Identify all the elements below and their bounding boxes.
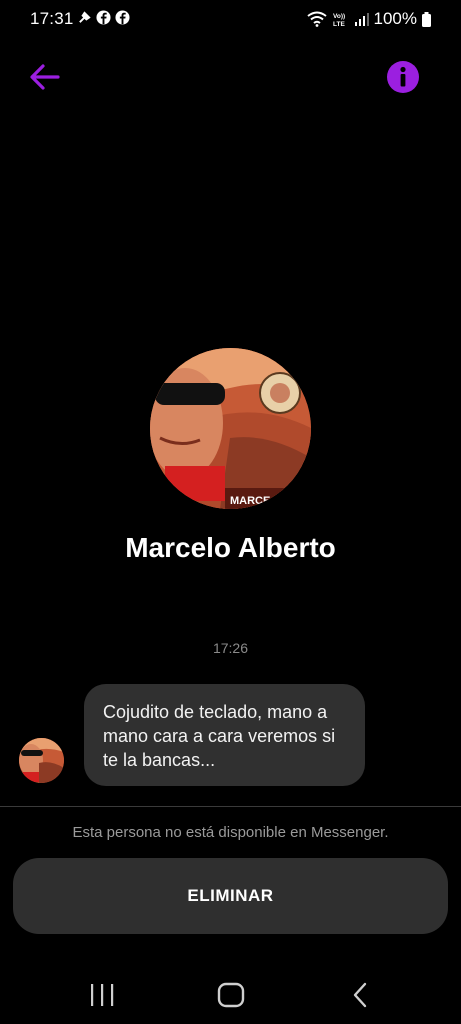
arrow-left-icon bbox=[30, 64, 60, 90]
info-icon bbox=[387, 61, 419, 93]
svg-text:Vo)): Vo)) bbox=[333, 13, 345, 20]
recent-apps-button[interactable] bbox=[82, 970, 122, 1010]
svg-text:MARCE: MARCE bbox=[230, 495, 270, 507]
info-button[interactable] bbox=[386, 60, 420, 94]
notification-icons bbox=[77, 10, 130, 25]
system-navigation-bar bbox=[0, 960, 461, 1024]
signal-icon bbox=[354, 13, 369, 26]
status-bar: 17:31 Vo)) LTE 100% bbox=[0, 0, 461, 38]
svg-text:LTE: LTE bbox=[333, 21, 345, 27]
status-time: 17:31 bbox=[30, 9, 74, 28]
unavailable-notice: Esta persona no está disponible en Messe… bbox=[72, 824, 389, 841]
battery-percent: 100% bbox=[373, 9, 417, 28]
profile-avatar[interactable]: MARCE bbox=[150, 348, 311, 509]
home-icon bbox=[217, 982, 245, 1008]
message-timestamp: 17:26 bbox=[212, 640, 249, 656]
system-back-button[interactable] bbox=[340, 970, 380, 1010]
divider bbox=[0, 806, 461, 807]
facebook-icon bbox=[115, 10, 130, 25]
contact-name: Marcelo Alberto bbox=[125, 532, 336, 563]
avatar-image bbox=[19, 738, 64, 783]
delete-button[interactable]: ELIMINAR bbox=[13, 858, 448, 934]
system-status: Vo)) LTE 100% bbox=[306, 9, 431, 29]
message-avatar[interactable] bbox=[19, 738, 64, 783]
message-bubble[interactable]: Cojudito de teclado, mano a mano cara a … bbox=[84, 684, 365, 786]
home-button[interactable] bbox=[211, 970, 251, 1010]
tool-icon bbox=[79, 11, 91, 23]
wifi-icon bbox=[306, 11, 327, 27]
battery-icon bbox=[422, 11, 431, 27]
recent-apps-icon bbox=[91, 984, 114, 1006]
facebook-icon bbox=[96, 10, 111, 25]
avatar-image: MARCE bbox=[150, 348, 311, 509]
chat-screen: 17:31 Vo)) LTE 100% MARCE Marcelo Albert… bbox=[0, 0, 461, 1024]
chevron-left-icon bbox=[353, 982, 367, 1008]
volte-icon: Vo)) LTE bbox=[333, 13, 345, 27]
back-button[interactable] bbox=[26, 58, 64, 96]
